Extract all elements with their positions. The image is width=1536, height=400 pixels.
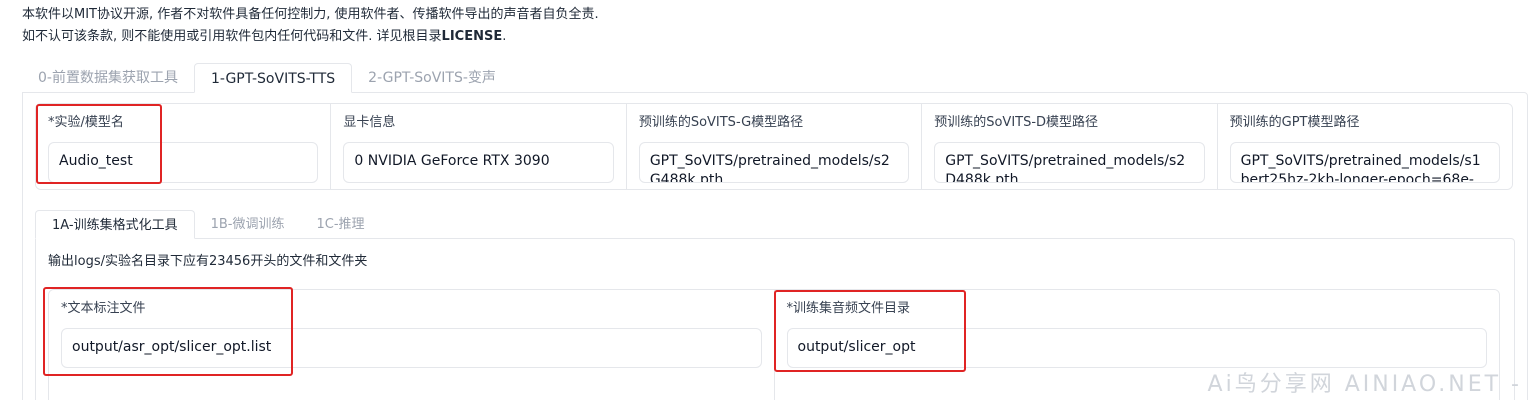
gpu-info-label: 显卡信息: [343, 115, 396, 130]
gpu-info-group: 显卡信息 0 NVIDIA GeForce RTX 3090: [331, 104, 627, 189]
gpu-info-input[interactable]: 0 NVIDIA GeForce RTX 3090: [343, 142, 614, 183]
gpt-path-input[interactable]: GPT_SoVITS/pretrained_models/s1bert25hz-…: [1229, 142, 1501, 183]
sovits-d-path-label: 预训练的SoVITS-D模型路径: [934, 115, 1099, 130]
audio-dir-label: *训练集音频文件目录: [786, 301, 911, 316]
tab-dataset-tools[interactable]: 0-前置数据集获取工具: [22, 63, 194, 93]
experiment-name-label: *实验/模型名: [48, 115, 124, 130]
sovits-g-path-input[interactable]: GPT_SoVITS/pretrained_models/s2G488k.pth: [638, 142, 910, 183]
label-file-label: *文本标注文件: [61, 301, 146, 316]
output-description: 输出logs/实验名目录下应有23456开头的文件和文件夹: [48, 254, 368, 269]
tab-voice-changer[interactable]: 2-GPT-SoVITS-变声: [352, 63, 512, 93]
tab-finetune[interactable]: 1B-微调训练: [195, 210, 301, 239]
tab-inference[interactable]: 1C-推理: [300, 210, 380, 239]
license-line-1: 本软件以MIT协议开源, 作者不对软件具备任何控制力, 使用软件者、传播软件导出…: [22, 7, 599, 22]
sovits-d-path-group: 预训练的SoVITS-D模型路径 GPT_SoVITS/pretrained_m…: [922, 104, 1218, 189]
tab-gpt-sovits-tts[interactable]: 1-GPT-SoVITS-TTS: [193, 63, 353, 93]
main-tabs: 0-前置数据集获取工具 1-GPT-SoVITS-TTS 2-GPT-SoVIT…: [22, 63, 512, 93]
watermark: Ai鸟分享网 AINIAO.NET -: [1207, 372, 1522, 397]
experiment-name-group: *实验/模型名 Audio_test: [36, 104, 332, 189]
experiment-name-input[interactable]: Audio_test: [48, 142, 319, 183]
license-line-2: 如不认可该条款, 则不能使用或引用软件包内任何代码和文件. 详见根目录LICEN…: [22, 26, 599, 48]
sub-tabs: 1A-训练集格式化工具 1B-微调训练 1C-推理: [35, 210, 381, 239]
license-line-2-end: .: [502, 29, 507, 44]
model-config-row: *实验/模型名 Audio_test 显卡信息 0 NVIDIA GeForce…: [35, 103, 1513, 190]
label-file-input[interactable]: output/asr_opt/slicer_opt.list: [61, 328, 762, 368]
sovits-g-path-group: 预训练的SoVITS-G模型路径 GPT_SoVITS/pretrained_m…: [626, 104, 923, 189]
gpt-path-label: 预训练的GPT模型路径: [1229, 115, 1360, 130]
label-file-group: *文本标注文件 output/asr_opt/slicer_opt.list: [49, 290, 775, 400]
gpt-path-group: 预训练的GPT模型路径 GPT_SoVITS/pretrained_models…: [1217, 104, 1512, 189]
sovits-d-path-input[interactable]: GPT_SoVITS/pretrained_models/s2D488k.pth: [934, 142, 1205, 183]
audio-dir-input[interactable]: output/slicer_opt: [786, 328, 1487, 368]
license-link: LICENSE: [441, 29, 503, 44]
license-line-2-text: 如不认可该条款, 则不能使用或引用软件包内任何代码和文件. 详见根目录: [22, 29, 442, 44]
sovits-g-path-label: 预训练的SoVITS-G模型路径: [638, 115, 804, 130]
license-notice: 本软件以MIT协议开源, 作者不对软件具备任何控制力, 使用软件者、传播软件导出…: [22, 4, 599, 48]
tab-dataset-format[interactable]: 1A-训练集格式化工具: [35, 210, 195, 239]
